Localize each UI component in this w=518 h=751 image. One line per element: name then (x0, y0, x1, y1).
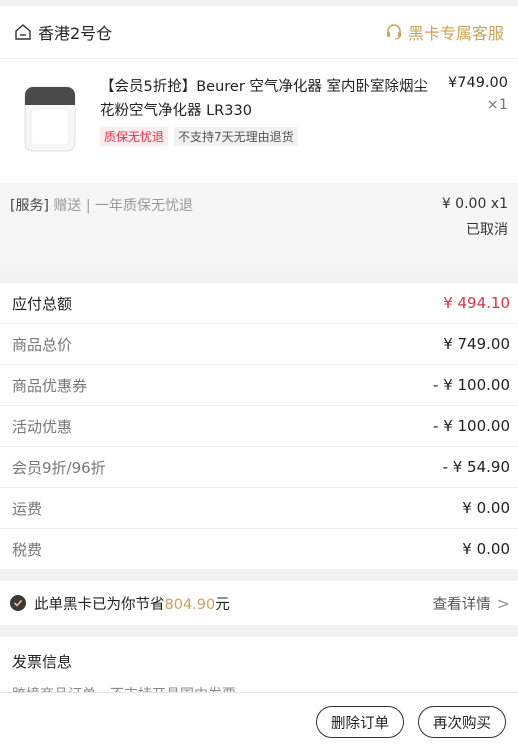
view-details-link[interactable]: 查看详情 > (433, 593, 510, 614)
summary-label: 运费 (12, 499, 43, 518)
summary-row-tax: 税费 ¥ 0.00 (0, 529, 518, 569)
service-gift: 赠送 (53, 198, 82, 214)
store-header: 香港2号仓 黑卡专属客服 (0, 6, 518, 59)
headset-icon (386, 24, 401, 40)
chevron-right-icon: > (496, 593, 510, 613)
summary-value: - ¥ 100.00 (433, 417, 510, 435)
summary-label: 应付总额 (12, 294, 73, 313)
delete-order-button[interactable]: 删除订单 (316, 706, 404, 738)
store-name: 香港2号仓 (38, 24, 113, 43)
service-price: ¥ 0.00 x1 (441, 196, 508, 212)
summary-value: - ¥ 54.90 (442, 458, 510, 476)
check-badge-icon (10, 595, 26, 611)
product-info: 【会员5折抢】Beurer 空气净化器 室内卧室除烟尘花粉空气净化器 LR330… (100, 75, 442, 183)
summary-value: - ¥ 100.00 (433, 376, 510, 394)
savings-row[interactable]: 此单黑卡已为你节省804.90元 查看详情 > (0, 581, 518, 625)
summary-row-coupon: 商品优惠券 - ¥ 100.00 (0, 365, 518, 406)
summary-row-member-discount: 会员9折/96折 - ¥ 54.90 (0, 447, 518, 488)
service-desc: [服务] 赠送 | 一年质保无忧退 (10, 195, 193, 259)
savings-text: 此单黑卡已为你节省804.90元 (34, 593, 433, 614)
service-status: 已取消 (466, 222, 508, 238)
product-title[interactable]: 【会员5折抢】Beurer 空气净化器 室内卧室除烟尘花粉空气净化器 LR330 (100, 75, 442, 123)
customer-service-label: 黑卡专属客服 (407, 24, 504, 43)
summary-value: ¥ 0.00 (462, 540, 510, 558)
product-price: ¥749.00 (448, 75, 508, 91)
service-item: [服务] 赠送 | 一年质保无忧退 ¥ 0.00 x1 已取消 (0, 183, 518, 271)
price-summary: 应付总额 ¥ 494.10 商品总价 ¥ 749.00 商品优惠券 - ¥ 10… (0, 283, 518, 569)
view-details-label: 查看详情 (432, 596, 491, 613)
invoice-title: 发票信息 (12, 653, 73, 671)
savings-prefix: 此单黑卡已为你节省 (34, 596, 165, 613)
warranty-tag: 质保无忧退 (100, 127, 169, 146)
product-qty: ×1 (486, 97, 508, 113)
summary-label: 商品总价 (12, 335, 73, 354)
product-item[interactable]: 【会员5折抢】Beurer 空气净化器 室内卧室除烟尘花粉空气净化器 LR330… (0, 59, 518, 183)
summary-label: 活动优惠 (12, 417, 73, 436)
bottom-action-bar: 删除订单 再次购买 (0, 692, 518, 751)
summary-value: ¥ 0.00 (462, 499, 510, 517)
service-detail: | 一年质保无忧退 (81, 198, 194, 214)
summary-row-goods: 商品总价 ¥ 749.00 (0, 324, 518, 365)
summary-value: ¥ 749.00 (443, 335, 510, 353)
product-price-block: ¥749.00 ×1 (442, 75, 508, 183)
service-prefix: [服务] (10, 198, 49, 214)
no-return-tag: 不支持7天无理由退货 (174, 127, 298, 146)
summary-label: 税费 (12, 540, 43, 559)
warehouse-icon (15, 24, 31, 40)
customer-service-link[interactable]: 黑卡专属客服 (385, 20, 504, 44)
product-image[interactable] (14, 79, 86, 159)
summary-label: 商品优惠券 (12, 376, 88, 395)
rebuy-button[interactable]: 再次购买 (418, 706, 506, 738)
summary-row-promo: 活动优惠 - ¥ 100.00 (0, 406, 518, 447)
savings-suffix: 元 (215, 596, 230, 613)
summary-label: 会员9折/96折 (12, 458, 106, 477)
order-card: 香港2号仓 黑卡专属客服 【会员5折抢】Beurer 空气净化器 室内卧室除烟尘… (0, 6, 518, 271)
summary-row-total: 应付总额 ¥ 494.10 (0, 283, 518, 324)
savings-amount: 804.90 (164, 596, 216, 613)
air-purifier-image (24, 86, 76, 152)
summary-value: ¥ 494.10 (443, 294, 510, 312)
summary-row-shipping: 运费 ¥ 0.00 (0, 488, 518, 529)
